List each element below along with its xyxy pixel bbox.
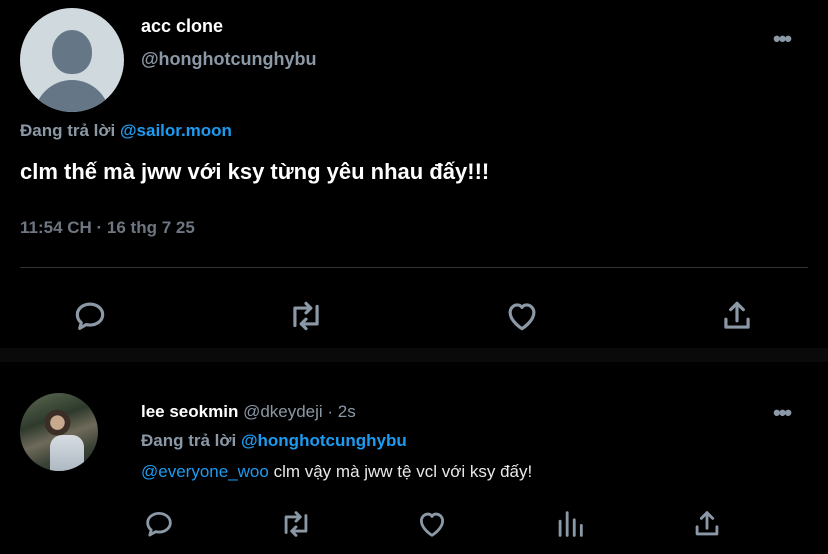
avatar-photo-detail	[50, 435, 84, 471]
tweet-timestamp[interactable]: 11:54 CH · 16 thg 7 25	[20, 218, 195, 238]
reply-button[interactable]	[139, 504, 179, 544]
avatar[interactable]	[20, 393, 98, 471]
avatar-shoulders-shape	[34, 80, 110, 112]
default-avatar[interactable]	[20, 8, 124, 112]
reply-icon	[146, 511, 172, 537]
replying-to-label: Đang trả lời	[20, 121, 116, 140]
more-options-icon[interactable]: •••	[773, 26, 792, 52]
reply-icon	[75, 302, 105, 330]
more-options-icon[interactable]: •••	[773, 400, 792, 426]
main-tweet: acc clone @honghotcunghybu ••• Đang trả …	[0, 0, 828, 348]
author-handle[interactable]: @honghotcunghybu	[141, 49, 317, 70]
tweet-text: clm thế mà jww với ksy từng yêu nhau đấy…	[20, 159, 490, 184]
divider	[20, 267, 808, 268]
like-button[interactable]	[502, 296, 542, 336]
analytics-icon	[558, 511, 583, 537]
reply-replying-to-label: Đang trả lời	[141, 431, 237, 450]
share-icon	[695, 511, 719, 536]
reply-author-display-name[interactable]: lee seokmin	[141, 402, 238, 421]
reply-replying-to-line: Đang trả lời @honghotcunghybu	[141, 431, 407, 451]
reply-replying-to-link[interactable]: @honghotcunghybu	[241, 431, 407, 450]
avatar-head-shape	[52, 30, 92, 74]
analytics-button[interactable]	[550, 504, 590, 544]
reply-tweet[interactable]: lee seokmin @dkeydeji · 2s ••• Đang trả …	[0, 362, 828, 554]
reply-author-handle-time[interactable]: @dkeydeji · 2s	[243, 402, 356, 421]
retweet-button[interactable]	[286, 296, 326, 336]
like-button[interactable]	[412, 504, 452, 544]
replying-to-line: Đang trả lời @sailor.moon	[20, 121, 232, 141]
reply-text: @everyone_woo clm vậy mà jww tệ vcl với …	[141, 462, 532, 482]
share-icon	[724, 301, 750, 329]
reply-text-body: clm vậy mà jww tệ vcl với ksy đấy!	[268, 462, 533, 481]
reply-author-line: lee seokmin @dkeydeji · 2s	[141, 402, 356, 422]
mention-link[interactable]: @everyone_woo	[141, 462, 269, 481]
replying-to-link[interactable]: @sailor.moon	[120, 121, 232, 140]
share-button[interactable]	[687, 504, 727, 544]
retweet-icon	[284, 511, 308, 537]
reply-button[interactable]	[70, 296, 110, 336]
like-icon	[419, 512, 445, 537]
retweet-button[interactable]	[276, 504, 316, 544]
retweet-icon	[293, 301, 319, 331]
thread-separator	[0, 348, 828, 362]
like-icon	[508, 303, 536, 331]
share-button[interactable]	[717, 296, 757, 336]
author-display-name[interactable]: acc clone	[141, 16, 223, 37]
